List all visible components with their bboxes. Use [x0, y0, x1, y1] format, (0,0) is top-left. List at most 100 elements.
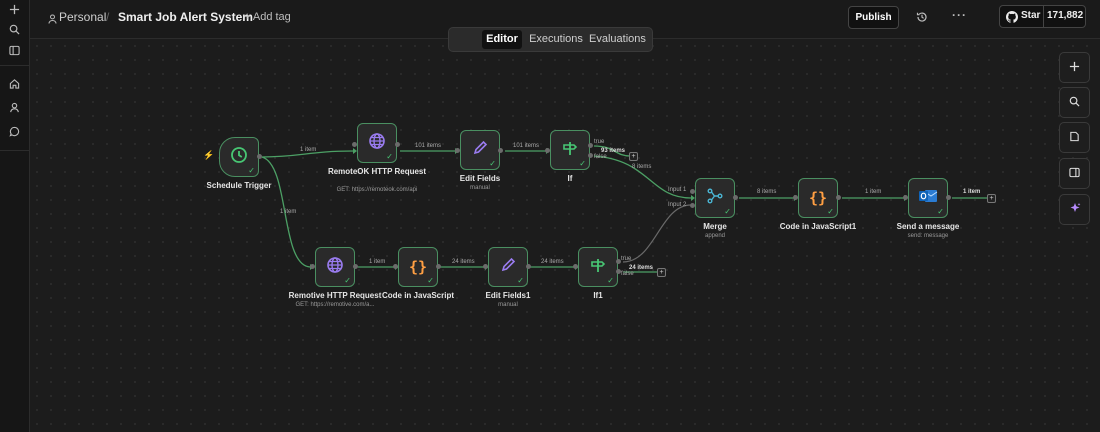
input-handle[interactable]: [903, 195, 908, 200]
node-subtitle: GET: https://remotive.com/a...: [295, 302, 375, 308]
sticky-note-button[interactable]: [1059, 122, 1090, 153]
output-handle[interactable]: [946, 195, 951, 200]
globe-icon: [326, 256, 344, 279]
merge-input-1-label: Input 1: [668, 187, 687, 193]
success-check-icon: ✓: [248, 166, 255, 175]
node-remotive-http[interactable]: ✓: [315, 247, 355, 287]
input-handle[interactable]: [573, 264, 578, 269]
node-edit-fields1[interactable]: ✓: [488, 247, 528, 287]
clock-icon: [230, 146, 248, 169]
node-label: Send a message: [896, 222, 960, 231]
success-check-icon: ✓: [517, 276, 524, 285]
edge-label: 101 items: [415, 143, 442, 149]
edge-label: 24 items: [541, 259, 564, 265]
node-label: If1: [593, 291, 603, 300]
merge-icon: [706, 187, 724, 210]
success-check-icon: ✓: [489, 159, 496, 168]
edge-label: 8 items: [757, 189, 777, 195]
output-handle[interactable]: [733, 195, 738, 200]
node-label: RemoteOK HTTP Request: [327, 167, 427, 176]
ai-assistant-button[interactable]: [1059, 194, 1090, 225]
node-merge[interactable]: ✓: [695, 178, 735, 218]
node-schedule-trigger[interactable]: ✓: [219, 137, 259, 177]
input-handle-2[interactable]: [690, 203, 695, 208]
node-code-in-javascript[interactable]: {} ✓: [398, 247, 438, 287]
add-node-button[interactable]: [1059, 52, 1090, 83]
tab-editor[interactable]: Editor: [482, 30, 522, 49]
edge-label: 1 item: [369, 259, 386, 265]
braces-icon: {}: [408, 258, 428, 276]
success-check-icon: ✓: [937, 207, 944, 216]
output-handle[interactable]: [257, 154, 262, 159]
output-handle[interactable]: [395, 142, 400, 147]
edge-label: 1 item: [300, 147, 317, 153]
input-handle[interactable]: [545, 148, 550, 153]
output-handle-true[interactable]: [588, 143, 593, 148]
node-code-in-javascript1[interactable]: {} ✓: [798, 178, 838, 218]
edge-label: 8 items: [632, 164, 652, 170]
node-label: Code in JavaScript1: [779, 222, 857, 231]
node-subtitle: GET: https://remoteok.com/api: [336, 187, 418, 193]
view-tabs: Editor Executions Evaluations: [448, 27, 653, 52]
panel-button[interactable]: [1059, 158, 1090, 189]
node-subtitle: manual: [498, 302, 518, 308]
output-handle[interactable]: [498, 148, 503, 153]
tab-evaluations[interactable]: Evaluations: [589, 30, 646, 49]
node-subtitle: append: [704, 233, 726, 239]
node-send-a-message[interactable]: ✓: [908, 178, 948, 218]
success-check-icon: ✓: [827, 207, 834, 216]
edge-label-false: false: [594, 154, 607, 160]
signpost-icon: [589, 256, 607, 279]
edge-label: 101 items: [513, 143, 540, 149]
edge-label: 1 item: [963, 189, 981, 195]
success-check-icon: ✓: [607, 276, 614, 285]
input-handle[interactable]: [352, 142, 357, 147]
signpost-icon: [561, 139, 579, 162]
edge-label-true: true: [621, 256, 632, 262]
merge-input-2-label: Input 2: [668, 202, 687, 208]
add-node-endpoint[interactable]: +: [629, 152, 638, 161]
node-remoteok-http[interactable]: ✓: [357, 123, 397, 163]
pencil-icon: [500, 256, 517, 278]
sidebar-panel-icon: [1069, 165, 1080, 183]
output-handle[interactable]: [436, 264, 441, 269]
search-nodes-button[interactable]: [1059, 87, 1090, 118]
node-edit-fields[interactable]: ✓: [460, 130, 500, 170]
braces-icon: {}: [808, 189, 828, 207]
plus-icon: [1069, 59, 1080, 77]
edge-label: 1 item: [865, 189, 882, 195]
search-icon: [1069, 94, 1080, 112]
tab-executions[interactable]: Executions: [529, 30, 583, 49]
node-label: Merge: [703, 222, 727, 231]
output-handle[interactable]: [836, 195, 841, 200]
pencil-icon: [472, 139, 489, 161]
add-node-endpoint[interactable]: +: [657, 268, 666, 277]
input-handle-1[interactable]: [690, 189, 695, 194]
success-check-icon: ✓: [427, 276, 434, 285]
node-if[interactable]: ✓: [550, 130, 590, 170]
output-handle-false[interactable]: [588, 153, 593, 158]
node-subtitle: send: message: [907, 233, 949, 239]
add-node-endpoint[interactable]: +: [987, 194, 996, 203]
node-subtitle: manual: [470, 185, 490, 191]
input-handle[interactable]: [483, 264, 488, 269]
success-check-icon: ✓: [386, 152, 393, 161]
edge-label-true: true: [594, 139, 605, 145]
output-handle[interactable]: [353, 264, 358, 269]
sparkle-icon: [1069, 201, 1081, 219]
output-handle[interactable]: [526, 264, 531, 269]
input-handle[interactable]: [310, 264, 315, 269]
input-handle[interactable]: [455, 148, 460, 153]
success-check-icon: ✓: [344, 276, 351, 285]
edge-label: 1 item: [280, 209, 297, 215]
edge-label-false: false: [621, 271, 634, 277]
outlook-icon: [918, 187, 938, 210]
input-handle[interactable]: [393, 264, 398, 269]
edge-label: 24 items: [452, 259, 475, 265]
success-check-icon: ✓: [579, 159, 586, 168]
success-check-icon: ✓: [724, 207, 731, 216]
node-label: If: [567, 174, 573, 183]
trigger-bolt-icon: ⚡: [203, 150, 215, 160]
node-if1[interactable]: ✓: [578, 247, 618, 287]
input-handle[interactable]: [793, 195, 798, 200]
